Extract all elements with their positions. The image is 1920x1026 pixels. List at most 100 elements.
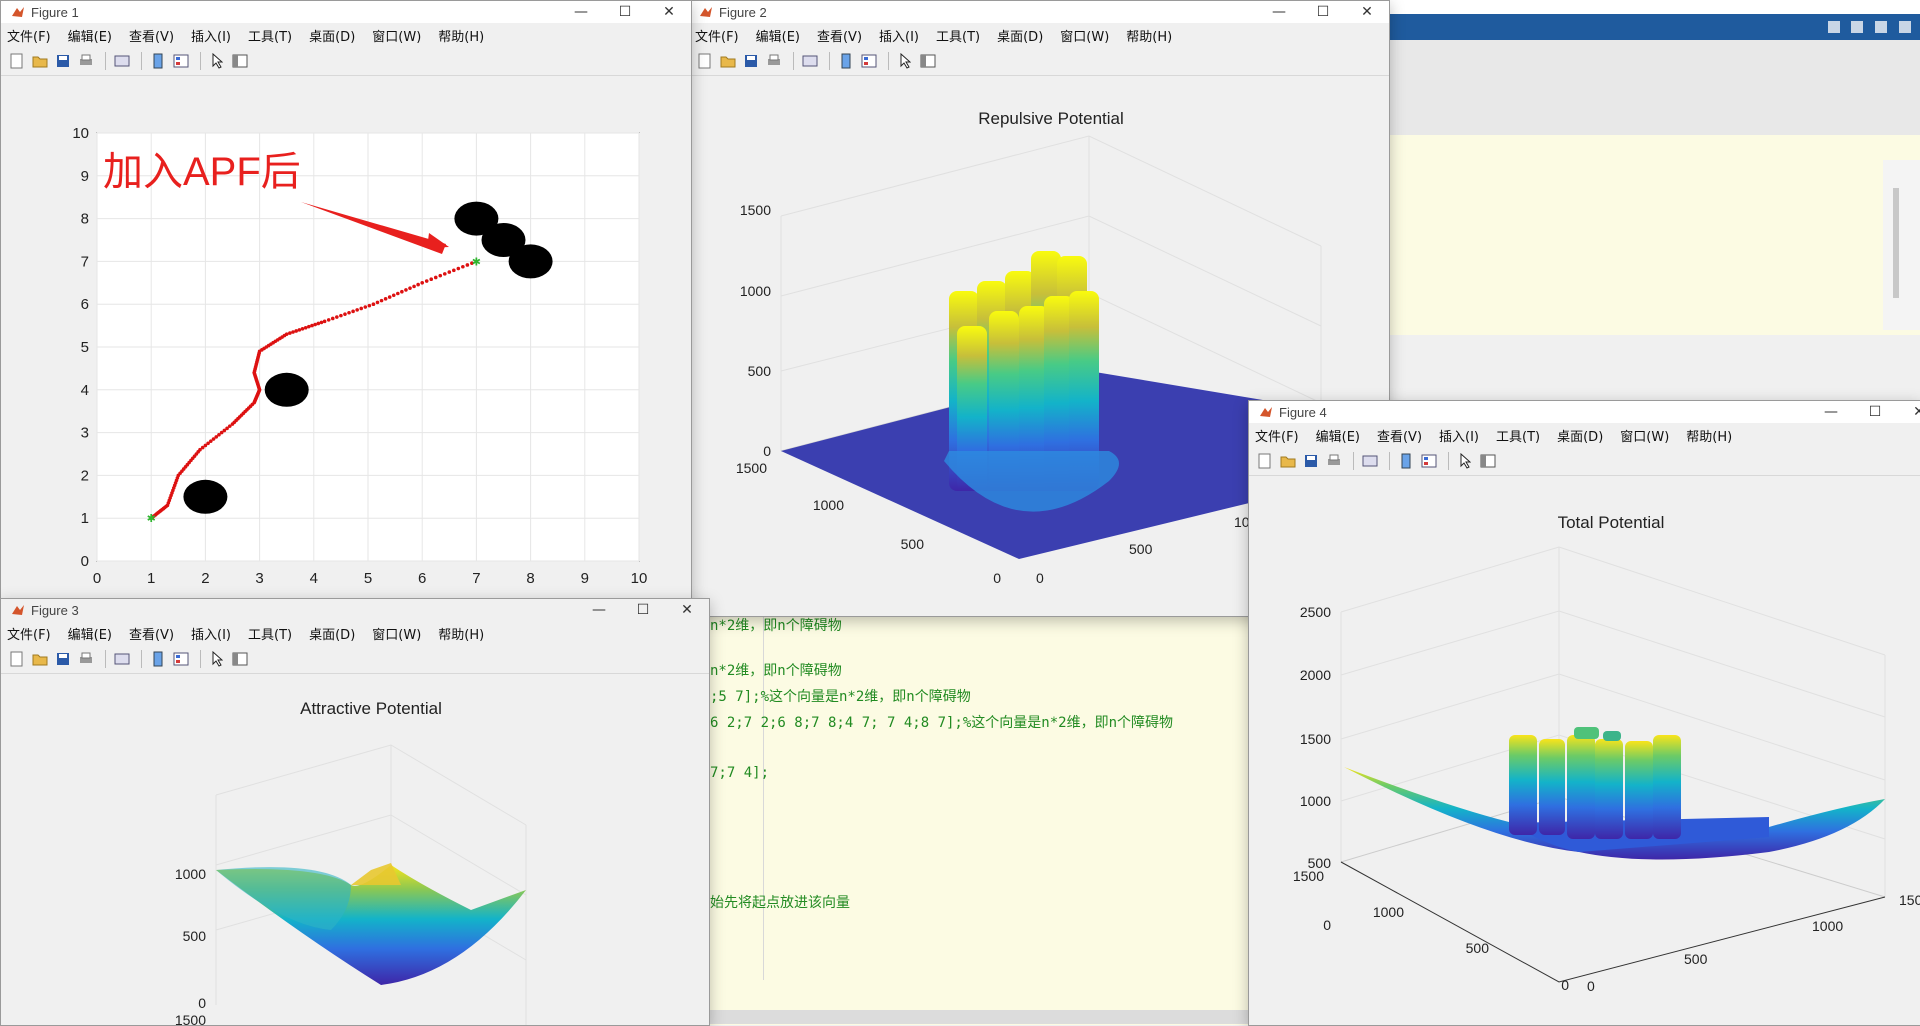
menu-help[interactable]: 帮助(H) — [1126, 26, 1172, 45]
legend-icon[interactable] — [859, 51, 879, 71]
open-icon[interactable] — [30, 51, 50, 71]
title-bar[interactable]: Figure 3 — ☐ ✕ — [1, 599, 709, 621]
menu-desktop[interactable]: 桌面(D) — [309, 26, 355, 45]
menu-view[interactable]: 查看(V) — [129, 26, 174, 45]
new-figure-icon[interactable] — [1255, 451, 1275, 471]
minimize-icon[interactable]: — — [1809, 401, 1853, 423]
minimize-icon[interactable]: — — [577, 599, 621, 621]
menu-insert[interactable]: 插入(I) — [879, 26, 919, 45]
x-tick-label: 7 — [472, 570, 480, 587]
path-point — [294, 329, 298, 333]
property-editor-icon[interactable] — [230, 51, 250, 71]
pointer-icon[interactable] — [207, 51, 227, 71]
close-icon[interactable]: ✕ — [1897, 401, 1920, 423]
menu-window[interactable]: 窗口(W) — [372, 26, 421, 45]
menu-desktop[interactable]: 桌面(D) — [1557, 426, 1603, 445]
print-icon[interactable] — [76, 51, 96, 71]
link-plot-icon[interactable] — [112, 51, 132, 71]
menu-edit[interactable]: 编辑(E) — [1316, 426, 1360, 445]
menu-help[interactable]: 帮助(H) — [438, 624, 484, 643]
minimize-icon[interactable]: — — [559, 1, 603, 23]
maximize-icon[interactable]: ☐ — [621, 599, 665, 621]
path-planning-plot[interactable]: 0 1 2 3 4 5 6 7 8 9 10 0 1 2 3 4 5 6 7 8 9 10 ✱ ✱ 加入APF后 — [1, 77, 691, 601]
menu-file[interactable]: 文件(F) — [7, 624, 51, 643]
menu-view[interactable]: 查看(V) — [817, 26, 862, 45]
editor-scrollbar[interactable] — [1883, 160, 1920, 330]
path-point — [465, 263, 470, 267]
link-plot-icon[interactable] — [1360, 451, 1380, 471]
menu-help[interactable]: 帮助(H) — [438, 26, 484, 45]
link-plot-icon[interactable] — [800, 51, 820, 71]
path-point — [391, 293, 396, 298]
property-editor-icon[interactable] — [918, 51, 938, 71]
window-title: Figure 3 — [31, 602, 79, 618]
menu-tools[interactable]: 工具(T) — [1496, 426, 1540, 445]
attractive-surface-plot[interactable]: Attractive Potential 1000 500 0 1500 — [1, 675, 709, 1025]
menu-tools[interactable]: 工具(T) — [936, 26, 980, 45]
menu-insert[interactable]: 插入(I) — [191, 624, 231, 643]
apf-annotation: 加入APF后 — [103, 150, 301, 194]
open-icon[interactable] — [1278, 451, 1298, 471]
menu-file[interactable]: 文件(F) — [695, 26, 739, 45]
menu-edit[interactable]: 编辑(E) — [68, 624, 112, 643]
menu-file[interactable]: 文件(F) — [1255, 426, 1299, 445]
maximize-icon[interactable]: ☐ — [1301, 1, 1345, 23]
menu-insert[interactable]: 插入(I) — [1439, 426, 1479, 445]
maximize-icon[interactable]: ☐ — [603, 1, 647, 23]
open-icon[interactable] — [718, 51, 738, 71]
menu-edit[interactable]: 编辑(E) — [68, 26, 112, 45]
pointer-icon[interactable] — [207, 649, 227, 669]
legend-icon[interactable] — [171, 649, 191, 669]
menu-window[interactable]: 窗口(W) — [1620, 426, 1669, 445]
new-figure-icon[interactable] — [695, 51, 715, 71]
figure-1-window[interactable]: Figure 1 — ☐ ✕ 文件(F) 编辑(E) 查看(V) 插入(I) 工… — [0, 0, 692, 602]
print-icon[interactable] — [76, 649, 96, 669]
legend-icon[interactable] — [171, 51, 191, 71]
property-editor-icon[interactable] — [230, 649, 250, 669]
title-bar[interactable]: Figure 2 — ☐ ✕ — [689, 1, 1389, 23]
title-bar[interactable]: Figure 4 — ☐ ✕ — [1249, 401, 1920, 423]
close-icon[interactable]: ✕ — [1345, 1, 1389, 23]
menu-tools[interactable]: 工具(T) — [248, 624, 292, 643]
new-figure-icon[interactable] — [7, 649, 27, 669]
new-figure-icon[interactable] — [7, 51, 27, 71]
pointer-icon[interactable] — [1455, 451, 1475, 471]
property-editor-icon[interactable] — [1478, 451, 1498, 471]
save-icon[interactable] — [741, 51, 761, 71]
menu-file[interactable]: 文件(F) — [7, 26, 51, 45]
print-icon[interactable] — [764, 51, 784, 71]
open-icon[interactable] — [30, 649, 50, 669]
colorbar-icon[interactable] — [836, 51, 856, 71]
menu-view[interactable]: 查看(V) — [1377, 426, 1422, 445]
close-icon[interactable]: ✕ — [665, 599, 709, 621]
menu-desktop[interactable]: 桌面(D) — [309, 624, 355, 643]
maximize-icon[interactable]: ☐ — [1853, 401, 1897, 423]
menu-edit[interactable]: 编辑(E) — [756, 26, 800, 45]
minimize-icon[interactable]: — — [1257, 1, 1301, 23]
figure-3-window[interactable]: Figure 3 — ☐ ✕ 文件(F) 编辑(E) 查看(V) 插入(I) 工… — [0, 598, 710, 1026]
path-point — [297, 328, 302, 332]
menu-desktop[interactable]: 桌面(D) — [997, 26, 1043, 45]
menu-view[interactable]: 查看(V) — [129, 624, 174, 643]
pointer-icon[interactable] — [895, 51, 915, 71]
close-icon[interactable]: ✕ — [647, 1, 691, 23]
menu-insert[interactable]: 插入(I) — [191, 26, 231, 45]
save-icon[interactable] — [1301, 451, 1321, 471]
total-surface-plot[interactable]: Total Potential 2500 2000 1500 1000 500 — [1249, 477, 1920, 1025]
colorbar-icon[interactable] — [1396, 451, 1416, 471]
link-plot-icon[interactable] — [112, 649, 132, 669]
z-tick: 1500 — [1300, 731, 1331, 747]
menu-tools[interactable]: 工具(T) — [248, 26, 292, 45]
title-bar[interactable]: Figure 1 — ☐ ✕ — [1, 1, 691, 23]
save-icon[interactable] — [53, 649, 73, 669]
print-icon[interactable] — [1324, 451, 1344, 471]
colorbar-icon[interactable] — [148, 51, 168, 71]
legend-icon[interactable] — [1419, 451, 1439, 471]
menu-window[interactable]: 窗口(W) — [1060, 26, 1109, 45]
colorbar-icon[interactable] — [148, 649, 168, 669]
menu-help[interactable]: 帮助(H) — [1686, 426, 1732, 445]
figure-4-window[interactable]: Figure 4 — ☐ ✕ 文件(F) 编辑(E) 查看(V) 插入(I) 工… — [1248, 400, 1920, 1026]
menu-bar: 文件(F) 编辑(E) 查看(V) 插入(I) 工具(T) 桌面(D) 窗口(W… — [1, 23, 691, 47]
menu-window[interactable]: 窗口(W) — [372, 624, 421, 643]
save-icon[interactable] — [53, 51, 73, 71]
